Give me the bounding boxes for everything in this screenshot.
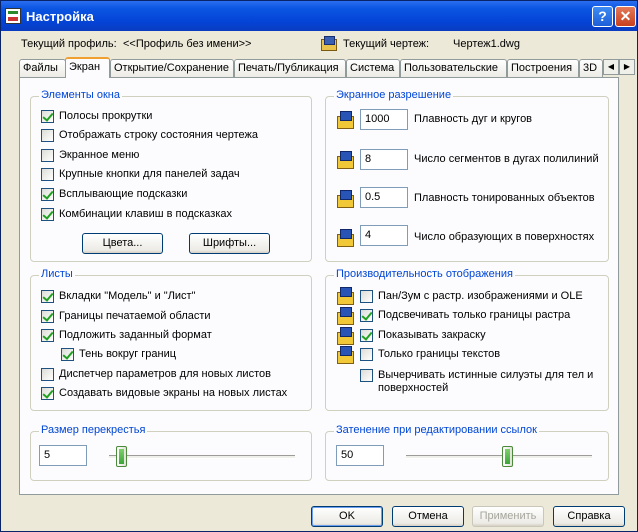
window-elements-group: Элементы окна Полосы прокрутки Отображат… <box>30 89 312 262</box>
tab-files[interactable]: Файлы <box>19 59 66 77</box>
raster-frame-icon <box>336 306 354 325</box>
display-resolution-title: Экранное разрешение <box>334 89 454 101</box>
layout-elements-title: Листы <box>39 268 75 280</box>
crosshair-size-slider-track[interactable] <box>109 455 295 459</box>
xref-fading-slider-thumb[interactable] <box>502 446 513 467</box>
pan-zoom-icon <box>336 286 354 305</box>
crosshair-size-input[interactable]: 5 <box>39 445 87 466</box>
rendered-smoothness-input[interactable]: 0.5 <box>360 187 408 208</box>
display-tab-panel: Элементы окна Полосы прокрутки Отображат… <box>19 77 619 495</box>
tab-3d[interactable]: 3D <box>579 59 603 77</box>
current-profile-label: Текущий профиль: <box>21 38 117 50</box>
xref-fading-title: Затенение при редактировании ссылок <box>334 424 539 436</box>
display-resolution-group: Экранное разрешение 1000 Плавность дуг и… <box>325 89 609 262</box>
app-icon <box>5 8 21 24</box>
xref-fading-input[interactable]: 50 <box>336 445 384 466</box>
tab-strip: Файлы Экран Открытие/Сохранение Печать/П… <box>19 57 635 78</box>
rendered-smoothness-icon <box>336 189 354 208</box>
rendered-smoothness-label: Плавность тонированных объектов <box>414 192 595 204</box>
crosshair-size-title: Размер перекрестья <box>39 424 148 436</box>
help-button[interactable]: Справка <box>553 506 625 527</box>
arc-smoothness-icon <box>336 110 354 129</box>
contour-lines-label: Число образующих в поверхностях <box>414 231 595 243</box>
display-performance-title: Производительность отображения <box>334 268 515 280</box>
crosshair-size-group: Размер перекрестья 5 <box>30 424 312 481</box>
contour-lines-input[interactable]: 4 <box>360 225 408 246</box>
arc-smoothness-label: Плавность дуг и кругов <box>414 113 533 125</box>
xref-fading-slider-track[interactable] <box>406 455 592 459</box>
help-title-button[interactable]: ? <box>592 6 613 27</box>
current-drawing-label: Текущий чертеж: <box>343 38 430 50</box>
tab-scroll-right-icon[interactable]: ▶ <box>619 59 635 75</box>
tab-plot-publish[interactable]: Печать/Публикация <box>234 59 346 77</box>
layout-elements-group: Листы Вкладки "Модель" и "Лист" Границы … <box>30 268 312 411</box>
cancel-button[interactable]: Отмена <box>392 506 464 527</box>
arc-smoothness-input[interactable]: 1000 <box>360 109 408 130</box>
solid-fill-icon <box>336 326 354 345</box>
polyline-segments-label: Число сегментов в дугах полилиний <box>414 153 599 165</box>
current-drawing-value: Чертеж1.dwg <box>453 38 520 50</box>
display-performance-group: Производительность отображения Пан/Зум с… <box>325 268 609 411</box>
tab-scroll-left-icon[interactable]: ◀ <box>603 59 619 75</box>
ok-button[interactable]: OK <box>311 506 383 527</box>
xref-fading-group: Затенение при редактировании ссылок 50 <box>325 424 609 481</box>
window-title: Настройка <box>26 9 94 24</box>
colors-button[interactable]: Цвета... <box>82 233 163 254</box>
text-boundary-icon <box>336 345 354 364</box>
tab-system[interactable]: Система <box>346 59 400 77</box>
current-profile-value: <<Профиль без имени>> <box>123 38 252 50</box>
title-bar: Настройка ? ✕ <box>1 1 637 31</box>
polyline-segments-input[interactable]: 8 <box>360 149 408 170</box>
tab-display[interactable]: Экран <box>65 57 110 78</box>
tab-open-save[interactable]: Открытие/Сохранение <box>110 59 234 77</box>
tab-user-preferences[interactable]: Пользовательские <box>400 59 507 77</box>
tab-drafting[interactable]: Построения <box>507 59 579 77</box>
close-button[interactable]: ✕ <box>615 6 636 27</box>
crosshair-size-slider-thumb[interactable] <box>116 446 127 467</box>
window-elements-title: Элементы окна <box>39 89 122 101</box>
drawing-icon <box>321 36 337 51</box>
fonts-button[interactable]: Шрифты... <box>189 233 270 254</box>
apply-button[interactable]: Применить <box>472 506 544 527</box>
contour-lines-icon <box>336 228 354 247</box>
polyline-segments-icon <box>336 150 354 169</box>
options-dialog: Настройка ? ✕ Текущий профиль: <<Профиль… <box>0 0 638 532</box>
